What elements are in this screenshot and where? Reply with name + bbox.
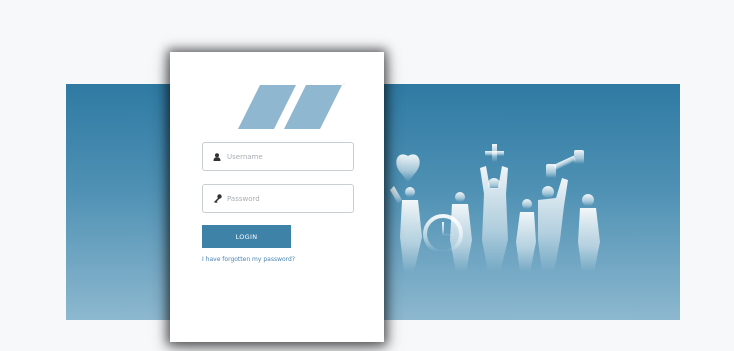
password-input[interactable] <box>227 194 342 203</box>
forgot-password-link[interactable]: I have forgotten my password? <box>202 256 295 263</box>
login-card: ™ LOGIN I have forgotten my password? <box>170 52 384 342</box>
login-button[interactable]: LOGIN <box>202 225 291 248</box>
login-page: ™ LOGIN I have forgotten my password? <box>0 0 734 351</box>
user-icon <box>207 152 227 161</box>
username-field[interactable] <box>202 142 354 171</box>
password-field[interactable] <box>202 184 354 213</box>
key-icon <box>207 194 227 203</box>
activity-people-illustration <box>390 144 600 272</box>
username-input[interactable] <box>227 152 342 161</box>
parallelogram-logo <box>238 85 342 129</box>
trademark-symbol: ™ <box>342 83 345 87</box>
